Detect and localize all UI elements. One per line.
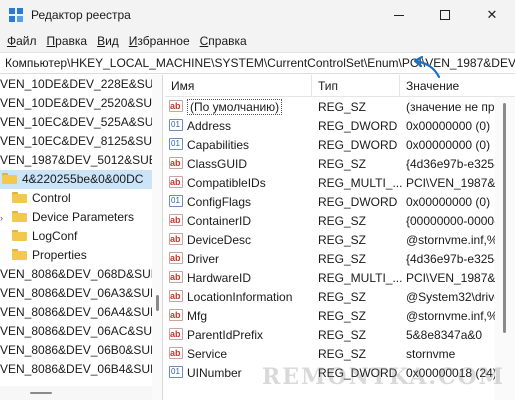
tree-item[interactable]: VEN_10EC&DEV_8125&SUE xyxy=(0,132,160,151)
binary-value-icon xyxy=(169,136,183,153)
tree-item[interactable]: VEN_1987&DEV_5012&SUE xyxy=(0,151,157,170)
string-value-icon xyxy=(169,98,183,115)
string-value-icon xyxy=(169,212,183,229)
value-row[interactable]: ParentIdPrefix REG_SZ 5&8e8347a&0 xyxy=(165,326,495,345)
close-icon: ✕ xyxy=(486,7,498,22)
key-tree: VEN_10DE&DEV_228E&SUE VEN_10DE&DEV_2520&… xyxy=(0,75,163,400)
value-row[interactable]: Capabilities REG_DWORD 0x00000000 (0) xyxy=(165,136,495,155)
binary-value-icon xyxy=(169,117,183,134)
value-row[interactable]: LocationInformation REG_SZ @System32\dri… xyxy=(165,288,495,307)
folder-icon xyxy=(12,249,27,260)
title-bar: Редактор реестра ✕ xyxy=(0,0,515,30)
chevron-right-icon[interactable]: › xyxy=(0,209,12,228)
minimize-icon xyxy=(394,14,404,16)
menu-bar: Файл Правка Вид Избранное Справка xyxy=(0,30,515,52)
tree-item[interactable]: VEN_8086&DEV_068D&SUE xyxy=(0,265,159,284)
values-list: Имя Тип Значение (По умолчанию) REG_SZ (… xyxy=(165,75,515,400)
menu-edit[interactable]: Правка xyxy=(42,30,93,52)
menu-favorites[interactable]: Избранное xyxy=(124,30,195,52)
tree-item-control[interactable]: Control xyxy=(12,189,71,208)
value-row[interactable]: ContainerID REG_SZ {00000000-0000-( xyxy=(165,212,495,231)
value-row[interactable]: ConfigFlags REG_DWORD 0x00000000 (0) xyxy=(165,193,495,212)
tree-item-logconf[interactable]: LogConf xyxy=(12,227,77,246)
column-header-name[interactable]: Имя xyxy=(165,75,312,97)
menu-view[interactable]: Вид xyxy=(92,30,124,52)
watermark: REMONTKA.COM xyxy=(262,364,506,390)
regedit-app-icon xyxy=(9,8,23,22)
binary-value-icon xyxy=(169,193,183,210)
maximize-icon xyxy=(440,10,450,20)
string-value-icon xyxy=(169,174,183,191)
tree-horizontal-scrollbar[interactable] xyxy=(0,386,152,400)
value-row[interactable]: Service REG_SZ stornvme xyxy=(165,345,495,364)
scrollbar-thumb[interactable] xyxy=(156,295,159,311)
folder-icon xyxy=(12,211,27,222)
value-row[interactable]: CompatibleIDs REG_MULTI_... PCI\VEN_1987… xyxy=(165,174,495,193)
menu-file[interactable]: Файл xyxy=(2,30,42,52)
tree-item-selected[interactable]: 4&220255be&0&00DC xyxy=(0,170,152,189)
menu-help[interactable]: Справка xyxy=(195,30,252,52)
tree-item[interactable]: VEN_8086&DEV_06B0&SUE xyxy=(0,341,158,360)
values-vertical-scrollbar[interactable] xyxy=(495,97,515,400)
string-value-icon xyxy=(169,231,183,248)
value-row[interactable]: Driver REG_SZ {4d36e97b-e325- xyxy=(165,250,495,269)
string-value-icon xyxy=(169,269,183,286)
value-row[interactable]: DeviceDesc REG_SZ @stornvme.inf,% xyxy=(165,231,495,250)
tree-item[interactable]: VEN_10EC&DEV_525A&SUE xyxy=(0,113,161,132)
string-value-icon xyxy=(169,326,183,343)
binary-value-icon xyxy=(169,364,183,381)
tree-item[interactable]: VEN_8086&DEV_06AC&SUE xyxy=(0,322,160,341)
string-value-icon xyxy=(169,345,183,362)
tree-vertical-scrollbar[interactable] xyxy=(152,75,162,400)
column-header-type[interactable]: Тип xyxy=(312,75,400,97)
minimize-button[interactable] xyxy=(376,0,422,30)
folder-icon xyxy=(12,192,27,203)
folder-open-icon xyxy=(2,173,17,184)
maximize-button[interactable] xyxy=(422,0,468,30)
folder-icon xyxy=(12,230,27,241)
scrollbar-thumb[interactable] xyxy=(503,103,506,333)
value-row[interactable]: HardwareID REG_MULTI_... PCI\VEN_1987&D xyxy=(165,269,495,288)
value-row[interactable]: Address REG_DWORD 0x00000000 (0) xyxy=(165,117,495,136)
scrollbar-thumb[interactable] xyxy=(30,392,52,394)
tree-item[interactable]: VEN_8086&DEV_06A3&SUE xyxy=(0,284,158,303)
tree-item-properties[interactable]: Properties xyxy=(12,246,87,265)
tree-item-device-parameters[interactable]: › Device Parameters xyxy=(0,208,134,227)
string-value-icon xyxy=(169,250,183,267)
tree-item[interactable]: VEN_8086&DEV_06B4&SUE xyxy=(0,360,158,379)
value-row[interactable]: ClassGUID REG_SZ {4d36e97b-e325- xyxy=(165,155,495,174)
string-value-icon xyxy=(169,307,183,324)
string-value-icon xyxy=(169,288,183,305)
close-button[interactable]: ✕ xyxy=(469,0,515,30)
string-value-icon xyxy=(169,155,183,172)
annotation-arrow-icon xyxy=(413,55,441,79)
value-row[interactable]: Mfg REG_SZ @stornvme.inf,% xyxy=(165,307,495,326)
list-header: Имя Тип Значение xyxy=(165,75,515,97)
window-title: Редактор реестра xyxy=(31,8,131,22)
value-row[interactable]: (По умолчанию) REG_SZ (значение не пр xyxy=(165,98,495,117)
tree-item[interactable]: VEN_10DE&DEV_228E&SUE xyxy=(0,75,161,94)
tree-item[interactable]: VEN_8086&DEV_06A4&SUE xyxy=(0,303,158,322)
tree-item[interactable]: VEN_10DE&DEV_2520&SUE xyxy=(0,94,160,113)
